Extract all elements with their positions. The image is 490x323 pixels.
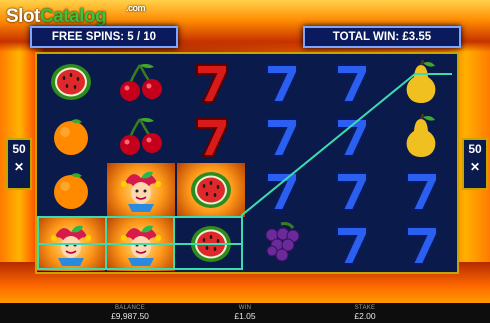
- watermelon-symbol: [177, 217, 245, 271]
- cherry-symbol: [107, 109, 175, 163]
- reel-1: [37, 54, 105, 272]
- right-paylines-x: ✕: [469, 160, 481, 174]
- free-spins-counter: FREE SPINS: 5 / 10: [30, 26, 178, 48]
- logo-part2: Catalog: [39, 6, 107, 27]
- watermelon-symbol: [37, 55, 105, 109]
- pear-symbol: [387, 109, 455, 163]
- pear-symbol: [387, 55, 455, 109]
- seven-blue-symbol: [387, 163, 455, 217]
- orange-symbol: [37, 109, 105, 163]
- total-win-display: TOTAL WIN: £3.55: [303, 26, 461, 48]
- seven-red-symbol: [177, 55, 245, 109]
- cherry-symbol: [107, 55, 175, 109]
- seven-blue-symbol: [317, 55, 385, 109]
- reel-grid: [35, 52, 459, 274]
- logo-part1: Slot: [6, 6, 40, 27]
- watermelon-symbol: [177, 163, 245, 217]
- stake-block: STAKE £2.00: [325, 305, 405, 321]
- seven-blue-symbol: [317, 163, 385, 217]
- stake-value: £2.00: [354, 311, 376, 321]
- reel-6: [387, 54, 455, 272]
- left-paylines-tag: 50 ✕: [6, 138, 32, 190]
- status-bar: BALANCE £9,987.50 WIN £1.05 STAKE £2.00: [0, 303, 490, 323]
- reel-3: [177, 54, 245, 272]
- orange-symbol: [37, 163, 105, 217]
- seven-blue-symbol: [247, 109, 315, 163]
- seven-blue-symbol: [317, 217, 385, 271]
- jester-symbol: [107, 217, 175, 271]
- right-paylines-count: 50: [468, 142, 482, 156]
- seven-blue-symbol: [387, 217, 455, 271]
- balance-value: £9,987.50: [111, 311, 149, 321]
- seven-blue-symbol: [247, 55, 315, 109]
- reel-5: [317, 54, 385, 272]
- jester-symbol: [37, 217, 105, 271]
- reel-2: [107, 54, 175, 272]
- win-value: £1.05: [234, 311, 256, 321]
- balance-block: BALANCE £9,987.50: [90, 305, 170, 321]
- logo-suffix: .com: [126, 3, 146, 13]
- win-block: WIN £1.05: [205, 305, 285, 321]
- reel-4: [247, 54, 315, 272]
- jester-symbol: [107, 163, 175, 217]
- seven-blue-symbol: [247, 163, 315, 217]
- right-paylines-tag: 50 ✕: [462, 138, 488, 190]
- seven-blue-symbol: [317, 109, 385, 163]
- seven-red-symbol: [177, 109, 245, 163]
- left-paylines-count: 50: [12, 142, 26, 156]
- watermark-logo: SlotCatalog .com: [6, 3, 146, 28]
- grapes-symbol: [247, 217, 315, 271]
- left-paylines-x: ✕: [13, 160, 25, 174]
